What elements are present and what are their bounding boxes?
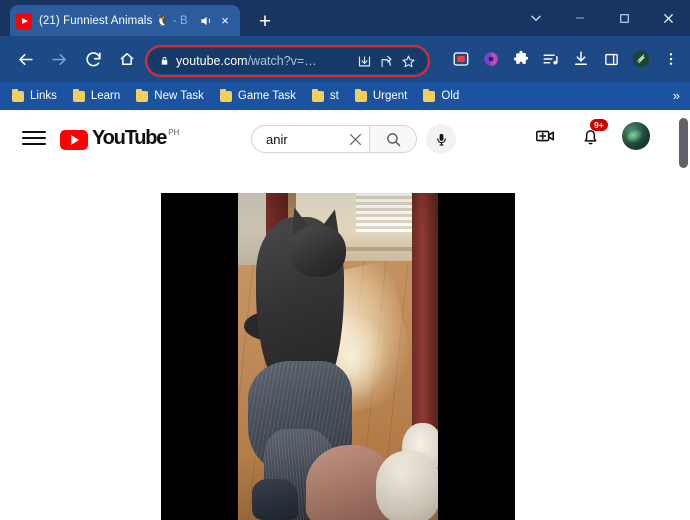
tab-title-suffix: - B	[169, 15, 188, 27]
bookmark-item[interactable]: New Task	[136, 88, 204, 102]
lock-icon	[156, 55, 172, 67]
notification-badge: 9+	[590, 119, 608, 131]
hamburger-menu-icon[interactable]	[22, 126, 46, 150]
folder-icon	[354, 88, 367, 102]
maximize-icon[interactable]	[602, 0, 646, 36]
bookmark-label: New Task	[154, 90, 204, 102]
screen-recorder-extension-icon[interactable]	[446, 44, 476, 74]
tab-title-emoji: 🐧	[155, 15, 170, 27]
back-arrow-icon[interactable]	[8, 42, 42, 76]
tab-search-chevron-down-icon[interactable]	[514, 0, 558, 36]
navigation-buttons	[8, 36, 144, 82]
three-dot-menu-icon[interactable]	[656, 44, 686, 74]
video-frame	[238, 193, 438, 520]
bookmark-item[interactable]: st	[311, 88, 339, 102]
youtube-header-actions: 9+	[532, 119, 650, 150]
folder-icon	[423, 88, 436, 102]
browser-window: (21) Funniest Animals 🐧 - B × + youtube.…	[0, 0, 690, 520]
bookmark-label: st	[329, 90, 339, 102]
bookmark-item[interactable]: Links	[12, 88, 57, 102]
bookmark-item[interactable]: Game Task	[219, 88, 296, 102]
folder-icon	[136, 88, 149, 102]
search-input-value: anir	[266, 131, 288, 147]
window-controls	[514, 0, 690, 36]
puzzle-extensions-icon[interactable]	[506, 44, 536, 74]
youtube-country-code: PH	[168, 127, 180, 137]
address-bar-text: youtube.com/watch?v=…	[176, 54, 317, 68]
bookmark-label: Links	[30, 90, 57, 102]
bookmark-label: Urgent	[372, 90, 408, 102]
bell-icon[interactable]: 9+	[577, 119, 608, 149]
playlist-extension-icon[interactable]	[536, 44, 566, 74]
bookmark-item[interactable]: Learn	[72, 88, 121, 102]
home-icon[interactable]	[110, 42, 144, 76]
search-button[interactable]	[369, 125, 417, 153]
reload-icon[interactable]	[76, 42, 110, 76]
share-icon[interactable]	[375, 50, 397, 72]
folder-icon	[72, 88, 85, 102]
folder-icon	[311, 88, 324, 102]
avatar[interactable]	[622, 122, 650, 150]
folder-icon	[12, 88, 24, 102]
downloads-icon[interactable]	[566, 44, 596, 74]
clear-x-icon[interactable]	[343, 127, 367, 151]
youtube-logo-text: YouTube	[92, 126, 167, 149]
bookmark-label: Game Task	[237, 90, 296, 102]
close-icon[interactable]	[646, 0, 690, 36]
profile-avatar-icon[interactable]	[626, 44, 656, 74]
bookmarks-bar: Links Learn New Task Game Task st Urgent…	[0, 82, 690, 110]
install-app-icon[interactable]	[353, 50, 375, 72]
page-content: YouTube PH anir 9+	[0, 110, 690, 520]
side-panel-icon[interactable]	[596, 44, 626, 74]
tab-close-icon[interactable]: ×	[216, 12, 234, 30]
tab-title: (21) Funniest Animals 🐧 - B	[39, 15, 188, 27]
youtube-logo[interactable]: YouTube PH	[60, 127, 179, 150]
speaker-playing-icon[interactable]	[197, 12, 214, 29]
address-bar[interactable]: youtube.com/watch?v=…	[148, 48, 427, 74]
bookmark-item[interactable]: Old	[423, 88, 460, 102]
address-bar-path: /watch?v=…	[247, 54, 317, 68]
address-bar-container: youtube.com/watch?v=…	[145, 45, 430, 77]
browser-toolbar: youtube.com/watch?v=…	[0, 36, 690, 82]
browser-tab[interactable]: (21) Funniest Animals 🐧 - B ×	[10, 5, 240, 36]
star-icon[interactable]	[397, 50, 419, 72]
bookmark-item[interactable]: Urgent	[354, 88, 408, 102]
youtube-favicon	[16, 12, 32, 29]
minimize-icon[interactable]	[558, 0, 602, 36]
bookmark-label: Learn	[90, 90, 121, 102]
video-vignette	[238, 193, 438, 520]
new-tab-button[interactable]: +	[252, 8, 278, 34]
create-video-icon[interactable]	[532, 123, 558, 149]
video-player[interactable]	[161, 193, 515, 520]
youtube-play-icon	[60, 129, 88, 150]
purple-circle-extension-icon[interactable]	[476, 44, 506, 74]
bookmark-label: Old	[441, 90, 460, 102]
search-group: anir	[251, 124, 456, 154]
title-bar: (21) Funniest Animals 🐧 - B × +	[0, 0, 690, 36]
bookmarks-overflow-button[interactable]: »	[673, 87, 680, 105]
scrollbar-track[interactable]	[676, 110, 690, 520]
folder-icon	[219, 88, 232, 102]
scrollbar-thumb[interactable]	[679, 118, 688, 168]
forward-arrow-icon[interactable]	[42, 42, 76, 76]
microphone-icon[interactable]	[426, 124, 456, 154]
extensions-toolbar	[446, 36, 686, 82]
youtube-header: YouTube PH anir 9+	[0, 110, 676, 166]
search-input[interactable]: anir	[251, 125, 369, 153]
